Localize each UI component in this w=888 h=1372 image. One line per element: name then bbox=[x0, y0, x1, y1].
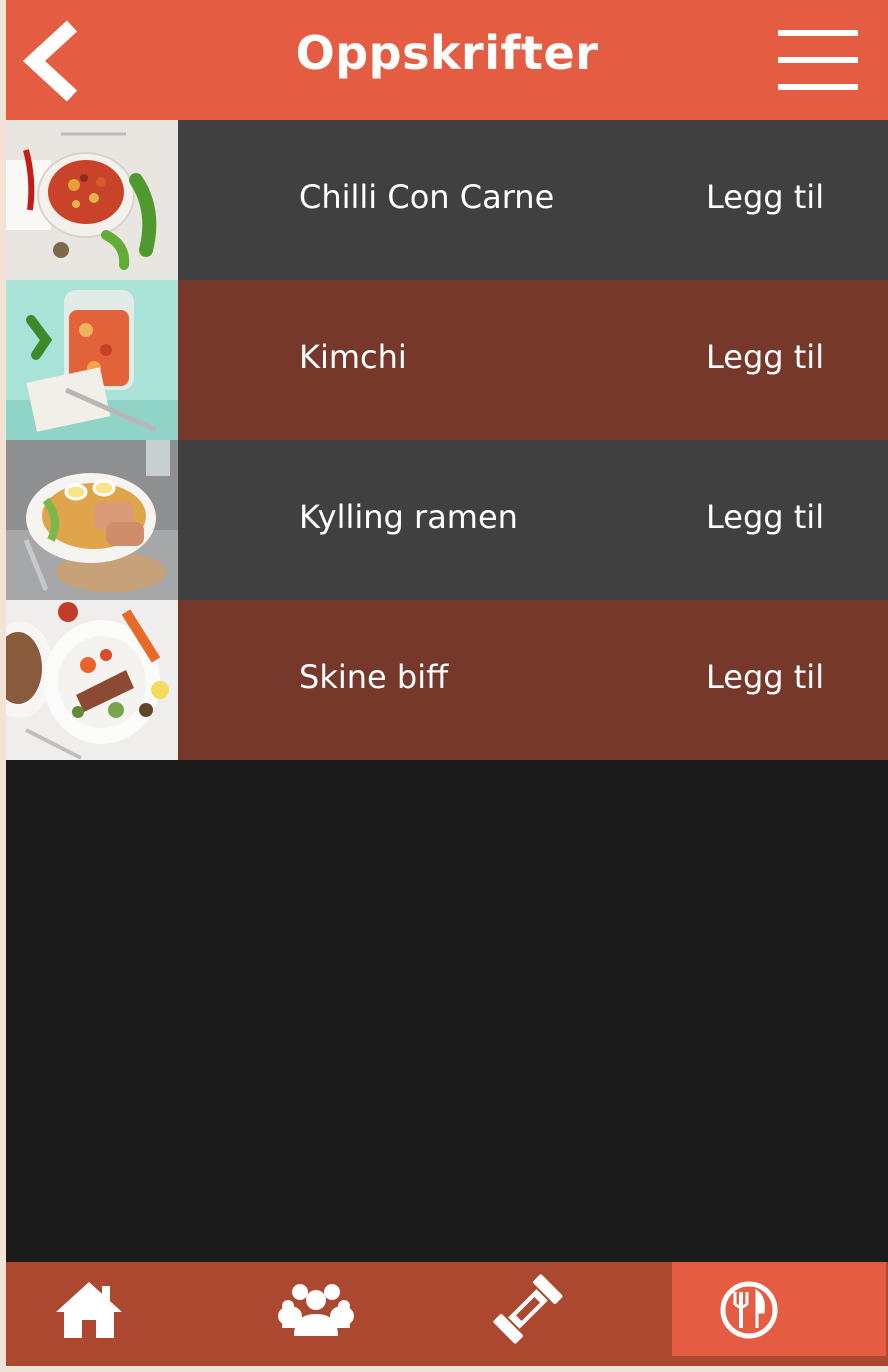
add-recipe-button[interactable]: Legg til bbox=[706, 178, 824, 216]
hamburger-line bbox=[778, 57, 858, 63]
app-frame: Oppskrifter Chilli Con Carne Legg til Ki… bbox=[6, 0, 888, 1372]
recipe-list: Chilli Con Carne Legg til Kimchi Legg ti… bbox=[6, 120, 888, 760]
recipe-name: Kylling ramen bbox=[299, 498, 518, 536]
hamburger-menu-icon bbox=[778, 30, 858, 36]
bottom-navigation bbox=[6, 1262, 888, 1366]
nav-recipes[interactable] bbox=[672, 1262, 886, 1356]
recipe-name: Skine biff bbox=[299, 658, 449, 696]
home-icon bbox=[56, 1282, 122, 1338]
recipe-row: Chilli Con Carne Legg til bbox=[6, 120, 888, 280]
add-recipe-button[interactable]: Legg til bbox=[706, 338, 824, 376]
bottom-edge bbox=[6, 1366, 888, 1372]
recipe-row: Skine biff Legg til bbox=[6, 600, 888, 760]
fork-knife-plate-icon bbox=[720, 1281, 778, 1339]
group-icon bbox=[278, 1284, 354, 1336]
add-recipe-button[interactable]: Legg til bbox=[706, 658, 824, 696]
nav-workout[interactable] bbox=[461, 1262, 621, 1356]
dumbbell-icon bbox=[493, 1274, 563, 1344]
add-recipe-button[interactable]: Legg til bbox=[706, 498, 824, 536]
recipe-row: Kylling ramen Legg til bbox=[6, 440, 888, 600]
page-title: Oppskrifter bbox=[295, 26, 599, 80]
recipe-row: Kimchi Legg til bbox=[6, 280, 888, 440]
header-bar: Oppskrifter bbox=[6, 0, 888, 120]
recipe-name: Kimchi bbox=[299, 338, 407, 376]
recipe-thumbnail-ramen bbox=[6, 440, 178, 600]
recipe-thumbnail-biff bbox=[6, 600, 178, 760]
recipe-thumbnail-chilli bbox=[6, 120, 178, 280]
nav-home[interactable] bbox=[6, 1262, 166, 1356]
nav-community[interactable] bbox=[236, 1262, 396, 1356]
menu-button[interactable] bbox=[776, 28, 858, 92]
hamburger-line bbox=[778, 84, 858, 90]
recipe-name: Chilli Con Carne bbox=[299, 178, 555, 216]
recipe-thumbnail-kimchi bbox=[6, 280, 178, 440]
